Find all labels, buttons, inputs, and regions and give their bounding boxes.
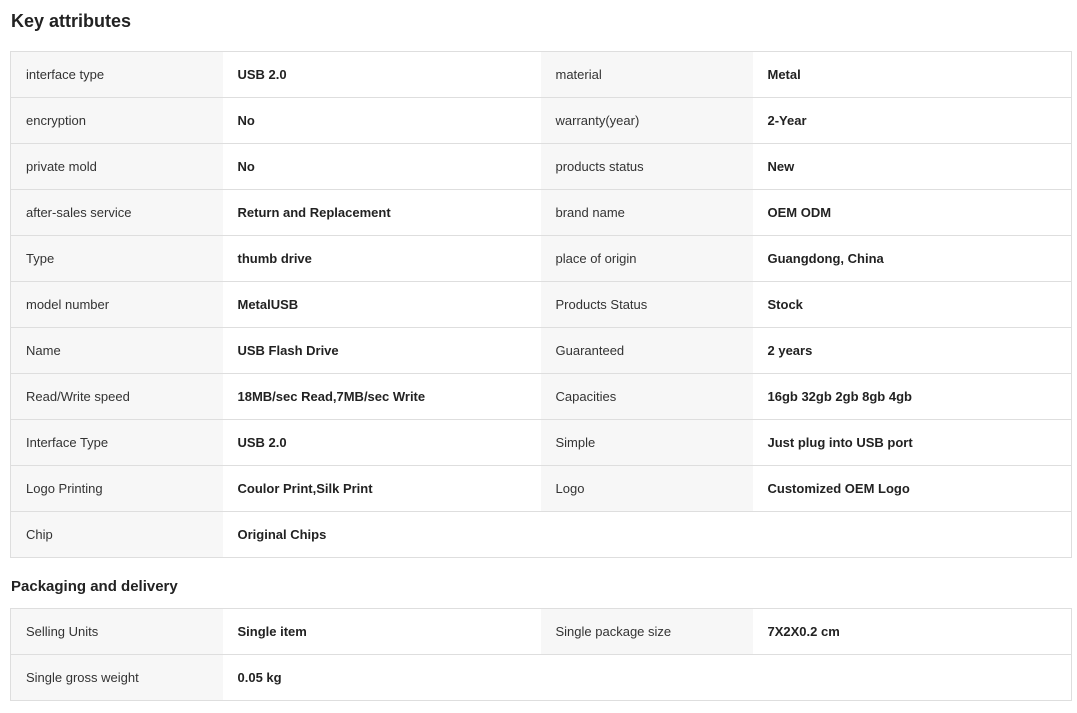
- attribute-value: USB 2.0: [222, 419, 541, 466]
- empty-cell: [752, 511, 1072, 558]
- attribute-value: 2-Year: [752, 97, 1072, 144]
- attribute-row: private mold No products status New: [10, 143, 1072, 190]
- attribute-label: Capacities: [540, 373, 753, 420]
- attribute-row: Single gross weight 0.05 kg: [10, 654, 1072, 701]
- attribute-label: material: [540, 51, 753, 98]
- attribute-row: after-sales service Return and Replacemen…: [10, 189, 1072, 236]
- attribute-label: Single gross weight: [10, 654, 223, 701]
- empty-cell: [752, 654, 1072, 701]
- attribute-label: model number: [10, 281, 223, 328]
- attribute-label: Name: [10, 327, 223, 374]
- attribute-label: Single package size: [540, 608, 753, 655]
- attribute-label: Guaranteed: [540, 327, 753, 374]
- attribute-label: Interface Type: [10, 419, 223, 466]
- attribute-row: model number MetalUSB Products Status Stock: [10, 281, 1072, 328]
- attribute-row: Selling Units Single item Single package s…: [10, 608, 1072, 655]
- attribute-value: OEM ODM: [752, 189, 1072, 236]
- attribute-label: place of origin: [540, 235, 753, 282]
- attribute-value: Customized OEM Logo: [752, 465, 1072, 512]
- attribute-label: private mold: [10, 143, 223, 190]
- attribute-value: 0.05 kg: [222, 654, 541, 701]
- attribute-value: New: [752, 143, 1072, 190]
- attribute-value: USB Flash Drive: [222, 327, 541, 374]
- attribute-label: Logo Printing: [10, 465, 223, 512]
- attribute-label: Chip: [10, 511, 223, 558]
- key-attributes-table: interface type USB 2.0 material Metal encryp…: [10, 51, 1072, 558]
- packaging-delivery-title: Packaging and delivery: [11, 578, 178, 595]
- attribute-value: 18MB/sec Read,7MB/sec Write: [222, 373, 541, 420]
- packaging-delivery-table: Selling Units Single item Single package s…: [10, 608, 1072, 701]
- attribute-row: Interface Type USB 2.0 Simple Just plug int…: [10, 419, 1072, 466]
- attribute-label: warranty(year): [540, 97, 753, 144]
- attribute-label: products status: [540, 143, 753, 190]
- attribute-value: thumb drive: [222, 235, 541, 282]
- attribute-value: 2 years: [752, 327, 1072, 374]
- attribute-row: Read/Write speed 18MB/sec Read,7MB/sec Wr…: [10, 373, 1072, 420]
- attribute-label: Logo: [540, 465, 753, 512]
- attribute-label: interface type: [10, 51, 223, 98]
- attribute-row: Type thumb drive place of origin Guangdong,…: [10, 235, 1072, 282]
- attribute-label: Read/Write speed: [10, 373, 223, 420]
- attribute-value: Guangdong, China: [752, 235, 1072, 282]
- attribute-row: encryption No warranty(year) 2-Year: [10, 97, 1072, 144]
- attribute-row: Logo Printing Coulor Print,Silk Print Logo…: [10, 465, 1072, 512]
- product-attributes-page: Key attributes interface type USB 2.0 mate…: [0, 0, 1077, 713]
- attribute-row: Name USB Flash Drive Guaranteed 2 years: [10, 327, 1072, 374]
- key-attributes-title: Key attributes: [11, 11, 132, 31]
- attribute-value: 7X2X0.2 cm: [752, 608, 1072, 655]
- attribute-value: Stock: [752, 281, 1072, 328]
- attribute-row: interface type USB 2.0 material Metal: [10, 51, 1072, 98]
- attribute-value: Original Chips: [222, 511, 541, 558]
- attribute-label: brand name: [540, 189, 753, 236]
- attribute-value: No: [222, 143, 541, 190]
- attribute-value: 16gb 32gb 2gb 8gb 4gb: [752, 373, 1072, 420]
- attribute-label: Selling Units: [10, 608, 223, 655]
- attribute-label: after-sales service: [10, 189, 223, 236]
- empty-cell: [540, 654, 753, 701]
- attribute-label: Type: [10, 235, 223, 282]
- attribute-value: Single item: [222, 608, 541, 655]
- attribute-value: MetalUSB: [222, 281, 541, 328]
- attribute-label: Simple: [540, 419, 753, 466]
- attribute-value: No: [222, 97, 541, 144]
- attribute-label: encryption: [10, 97, 223, 144]
- attribute-label: Products Status: [540, 281, 753, 328]
- attribute-row: Chip Original Chips: [10, 511, 1072, 558]
- empty-cell: [540, 511, 753, 558]
- attribute-value: Metal: [752, 51, 1072, 98]
- attribute-value: USB 2.0: [222, 51, 541, 98]
- attribute-value: Just plug into USB port: [752, 419, 1072, 466]
- attribute-value: Return and Replacement: [222, 189, 541, 236]
- attribute-value: Coulor Print,Silk Print: [222, 465, 541, 512]
